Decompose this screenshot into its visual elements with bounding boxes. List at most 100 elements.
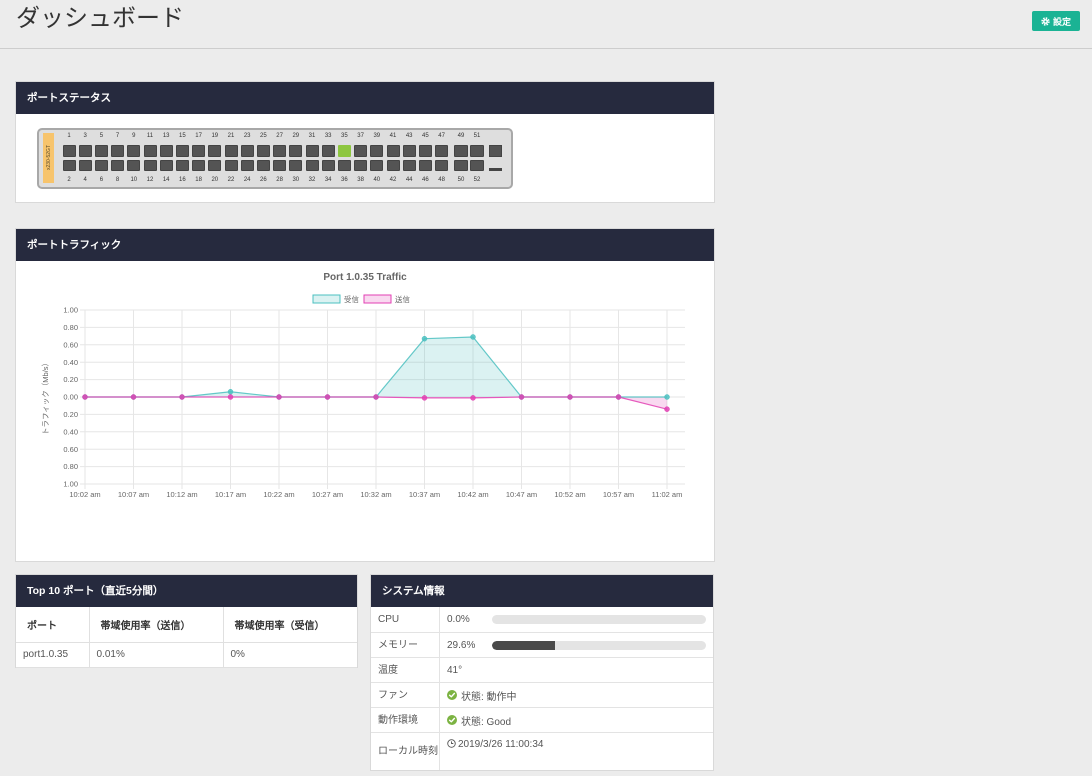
port-47[interactable] <box>435 145 449 157</box>
cpu-value: 0.0% <box>447 614 470 625</box>
port-34[interactable] <box>321 160 335 171</box>
port-number: 29 <box>292 133 300 139</box>
sys-row-fan: ファン 状態: 動作中 <box>371 682 713 707</box>
port-46[interactable] <box>418 160 432 171</box>
port-43[interactable] <box>402 145 416 157</box>
port-52[interactable] <box>470 160 484 171</box>
port-40[interactable] <box>370 160 384 171</box>
port-23[interactable] <box>240 145 254 157</box>
port-number: 40 <box>373 177 381 183</box>
port-status-heading: ポートステータス <box>16 82 714 114</box>
port-45[interactable] <box>418 145 432 157</box>
port-36[interactable] <box>337 160 351 171</box>
port-number: 34 <box>324 177 332 183</box>
sys-row-temperature: 温度 41° <box>371 657 713 682</box>
port-11[interactable] <box>143 145 157 157</box>
data-point-1 <box>615 394 622 400</box>
port-17[interactable] <box>192 145 206 157</box>
port-14[interactable] <box>159 160 173 171</box>
clock-icon <box>447 739 456 748</box>
port-30[interactable] <box>289 160 303 171</box>
port-number: 41 <box>389 133 397 139</box>
port-number: 30 <box>292 177 300 183</box>
legend-label-1: 送信 <box>395 294 410 304</box>
x-tick-label: 10:17 am <box>215 490 246 499</box>
port-number: 35 <box>341 133 348 139</box>
port-5[interactable] <box>94 145 108 157</box>
port-8[interactable] <box>111 160 125 171</box>
port-number: 49 <box>457 133 465 139</box>
y-tick-label: 0.20 <box>63 375 78 384</box>
port-number: 4 <box>83 177 87 183</box>
port-37[interactable] <box>354 145 368 157</box>
sys-value-fan: 状態: 動作中 <box>440 683 713 707</box>
port-29[interactable] <box>289 145 303 157</box>
header-divider <box>0 48 1092 49</box>
data-point-1 <box>179 394 185 400</box>
port-number: 24 <box>243 177 251 183</box>
port-26[interactable] <box>256 160 270 171</box>
port-number: 32 <box>308 177 316 183</box>
port-number: 38 <box>357 177 364 183</box>
port-38[interactable] <box>354 160 368 171</box>
sys-value-cpu: 0.0% <box>440 607 713 632</box>
port-20[interactable] <box>208 160 222 171</box>
sys-label-local-time: ローカル時刻 <box>371 733 440 770</box>
port-2[interactable] <box>62 160 76 171</box>
y-tick-label: 0.20 <box>63 410 78 419</box>
system-info-heading: システム情報 <box>371 575 713 607</box>
port-15[interactable] <box>175 145 189 157</box>
port-24[interactable] <box>240 160 254 171</box>
port-32[interactable] <box>305 160 319 171</box>
port-number: 6 <box>99 177 104 183</box>
port-number: 13 <box>162 133 170 139</box>
port-44[interactable] <box>402 160 416 171</box>
port-21[interactable] <box>224 145 238 157</box>
port-42[interactable] <box>386 160 400 171</box>
port-3[interactable] <box>78 145 92 157</box>
data-point-1 <box>276 394 282 400</box>
port-18[interactable] <box>192 160 206 171</box>
port-number: 25 <box>260 133 267 139</box>
y-tick-label: 1.00 <box>63 306 78 315</box>
data-point-1 <box>421 395 428 401</box>
y-tick-label: 0.00 <box>63 393 78 402</box>
port-51[interactable] <box>470 145 484 157</box>
port-number: 3 <box>83 133 87 139</box>
port-49[interactable] <box>454 145 468 157</box>
port-39[interactable] <box>370 145 384 157</box>
port-9[interactable] <box>127 145 141 157</box>
port-number: 9 <box>132 133 136 139</box>
port-6[interactable] <box>94 160 108 171</box>
port-7[interactable] <box>111 145 125 157</box>
port-16[interactable] <box>175 160 189 171</box>
memory-usage-bar-fill <box>492 640 556 650</box>
top-ports-heading: Top 10 ポート（直近5分間） <box>16 575 357 607</box>
switch-faceplate: x230-52GT 1 3 5 7 9 11 13 15 17 19 21 23 25 27 29 31 33 3… <box>37 128 513 189</box>
settings-button[interactable]: 設定 <box>1032 11 1080 31</box>
port-41[interactable] <box>386 145 400 157</box>
port-35[interactable] <box>337 145 351 157</box>
port-number: 44 <box>405 177 413 183</box>
port-4[interactable] <box>78 160 92 171</box>
port-50[interactable] <box>454 160 468 171</box>
port-12[interactable] <box>143 160 157 171</box>
port-33[interactable] <box>321 145 335 157</box>
data-point-0 <box>227 389 234 395</box>
port-28[interactable] <box>273 160 287 171</box>
port-27[interactable] <box>273 145 287 157</box>
sys-row-environment: 動作環境 状態: Good <box>371 707 713 732</box>
port-19[interactable] <box>208 145 222 157</box>
port-48[interactable] <box>435 160 449 171</box>
data-point-1 <box>518 394 525 400</box>
port-number: 12 <box>146 177 154 183</box>
data-point-0 <box>664 394 670 400</box>
port-1[interactable] <box>62 145 76 157</box>
port-13[interactable] <box>159 145 173 157</box>
port-10[interactable] <box>127 160 141 171</box>
port-22[interactable] <box>224 160 238 171</box>
port-31[interactable] <box>305 145 319 157</box>
cell-port: port1.0.35 <box>16 641 90 668</box>
port-25[interactable] <box>256 145 270 157</box>
port-traffic-panel: ポートトラフィック 1.00 0.80 0.60 0.40 0.20 0.00 0.20 0.… <box>16 229 714 561</box>
